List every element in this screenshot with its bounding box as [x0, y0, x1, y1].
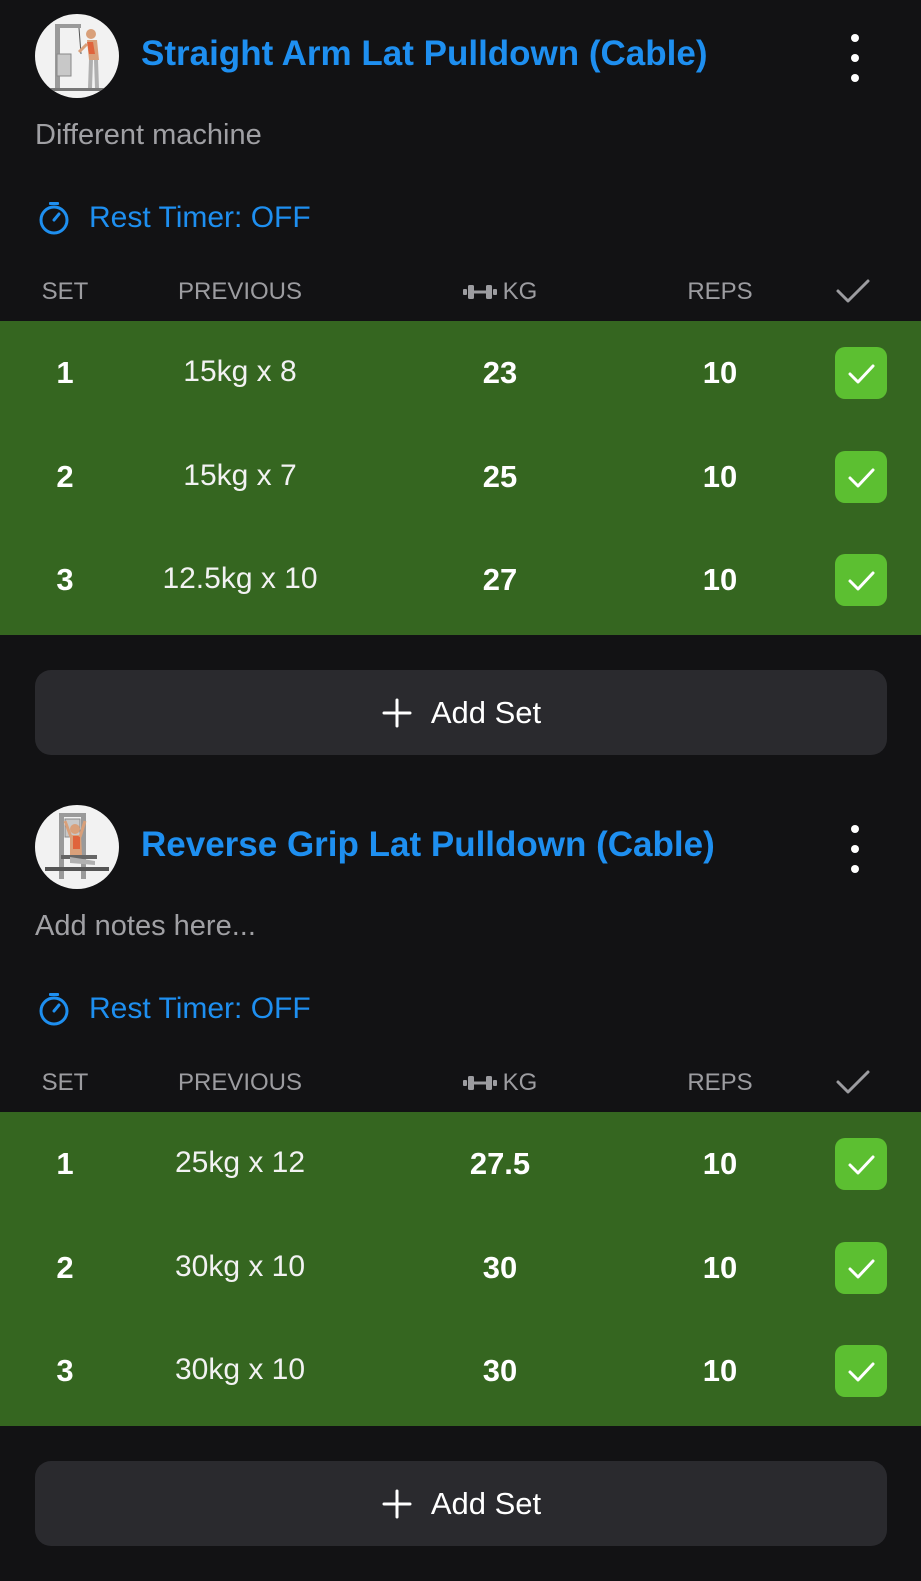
- complete-set-checkbox[interactable]: [835, 451, 887, 503]
- set-row: 3 12.5kg x 10 27 10: [0, 528, 921, 632]
- set-number[interactable]: 1: [25, 1146, 105, 1182]
- set-row: 1 15kg x 8 23 10: [0, 321, 921, 425]
- previous-value[interactable]: 15kg x 8: [140, 355, 340, 389]
- set-number[interactable]: 2: [25, 1250, 105, 1286]
- complete-set-checkbox[interactable]: [835, 1345, 887, 1397]
- stopwatch-icon: [39, 202, 69, 235]
- weight-input[interactable]: 23: [420, 355, 580, 391]
- rest-timer-button[interactable]: Rest Timer: OFF: [35, 198, 311, 238]
- more-options-button[interactable]: [840, 34, 870, 82]
- sets-table-body: 1 25kg x 12 27.5 10 2 30kg x 10 30 10 3 …: [0, 1112, 921, 1426]
- exercise-thumbnail[interactable]: [35, 14, 119, 98]
- more-vertical-icon: [851, 825, 859, 833]
- exercise-header: Reverse Grip Lat Pulldown (Cable): [0, 805, 921, 891]
- set-number[interactable]: 3: [25, 1353, 105, 1389]
- stopwatch-icon: [39, 993, 69, 1026]
- check-icon: [848, 364, 875, 384]
- add-set-button[interactable]: Add Set: [35, 1461, 887, 1546]
- column-previous: PREVIOUS: [177, 278, 303, 305]
- column-kg-label: KG: [502, 1069, 538, 1096]
- rest-timer-label: Rest Timer: OFF: [89, 992, 311, 1025]
- exercise-header: Straight Arm Lat Pulldown (Cable): [0, 14, 921, 100]
- previous-value[interactable]: 15kg x 7: [140, 459, 340, 493]
- previous-value[interactable]: 25kg x 12: [140, 1146, 340, 1180]
- complete-set-checkbox[interactable]: [835, 1138, 887, 1190]
- check-icon: [848, 571, 875, 591]
- reps-input[interactable]: 10: [640, 1146, 800, 1182]
- complete-set-checkbox[interactable]: [835, 554, 887, 606]
- exercise-title[interactable]: Straight Arm Lat Pulldown (Cable): [141, 34, 708, 74]
- reps-input[interactable]: 10: [640, 355, 800, 391]
- reps-input[interactable]: 10: [640, 459, 800, 495]
- rest-timer-button[interactable]: Rest Timer: OFF: [35, 989, 311, 1029]
- sets-table-header: SET PREVIOUS KG REPS: [0, 1063, 921, 1103]
- set-number[interactable]: 1: [25, 355, 105, 391]
- weight-input[interactable]: 30: [420, 1250, 580, 1286]
- check-icon: [836, 1070, 870, 1094]
- plus-icon: [382, 1489, 412, 1518]
- exercise-notes[interactable]: Different machine: [35, 119, 835, 152]
- sets-table-body: 1 15kg x 8 23 10 2 15kg x 7 25 10 3 12.5…: [0, 321, 921, 635]
- check-icon: [848, 1155, 875, 1175]
- column-previous: PREVIOUS: [177, 1069, 303, 1096]
- column-kg: KG: [420, 1069, 580, 1097]
- weight-input[interactable]: 27.5: [420, 1146, 580, 1182]
- set-row: 3 30kg x 10 30 10: [0, 1319, 921, 1423]
- weight-input[interactable]: 30: [420, 1353, 580, 1389]
- set-row: 2 15kg x 7 25 10: [0, 425, 921, 529]
- column-reps: REPS: [687, 1069, 753, 1096]
- set-number[interactable]: 2: [25, 459, 105, 495]
- set-number[interactable]: 3: [25, 562, 105, 598]
- rest-timer-label: Rest Timer: OFF: [89, 201, 311, 234]
- complete-set-checkbox[interactable]: [835, 347, 887, 399]
- complete-set-checkbox[interactable]: [835, 1242, 887, 1294]
- column-done: [825, 1069, 881, 1097]
- dumbbell-icon: [462, 285, 497, 299]
- weight-input[interactable]: 27: [420, 562, 580, 598]
- previous-value[interactable]: 12.5kg x 10: [140, 562, 340, 596]
- exercise-illustration-icon: [43, 24, 111, 91]
- reps-input[interactable]: 10: [640, 1250, 800, 1286]
- check-icon: [848, 468, 875, 488]
- check-icon: [836, 279, 870, 303]
- add-set-label: Add Set: [430, 694, 542, 730]
- reps-input[interactable]: 10: [640, 1353, 800, 1389]
- exercise-thumbnail[interactable]: [35, 805, 119, 889]
- column-set: SET: [41, 278, 89, 305]
- check-icon: [848, 1259, 875, 1279]
- set-row: 2 30kg x 10 30 10: [0, 1216, 921, 1320]
- column-set: SET: [41, 1069, 89, 1096]
- more-vertical-icon: [851, 34, 859, 42]
- add-set-button[interactable]: Add Set: [35, 670, 887, 755]
- reps-input[interactable]: 10: [640, 562, 800, 598]
- plus-icon: [382, 698, 412, 727]
- more-options-button[interactable]: [840, 825, 870, 873]
- column-kg-label: KG: [502, 278, 538, 305]
- column-done: [825, 278, 881, 306]
- add-set-label: Add Set: [430, 1485, 542, 1521]
- sets-table-header: SET PREVIOUS KG REPS: [0, 272, 921, 312]
- exercise-title[interactable]: Reverse Grip Lat Pulldown (Cable): [141, 825, 715, 865]
- exercise-notes-input[interactable]: Add notes here...: [35, 910, 835, 943]
- set-row: 1 25kg x 12 27.5 10: [0, 1112, 921, 1216]
- exercise-illustration-icon: [45, 813, 109, 879]
- previous-value[interactable]: 30kg x 10: [140, 1353, 340, 1387]
- dumbbell-icon: [462, 1076, 497, 1090]
- weight-input[interactable]: 25: [420, 459, 580, 495]
- column-reps: REPS: [687, 278, 753, 305]
- previous-value[interactable]: 30kg x 10: [140, 1250, 340, 1284]
- column-kg: KG: [420, 278, 580, 306]
- check-icon: [848, 1362, 875, 1382]
